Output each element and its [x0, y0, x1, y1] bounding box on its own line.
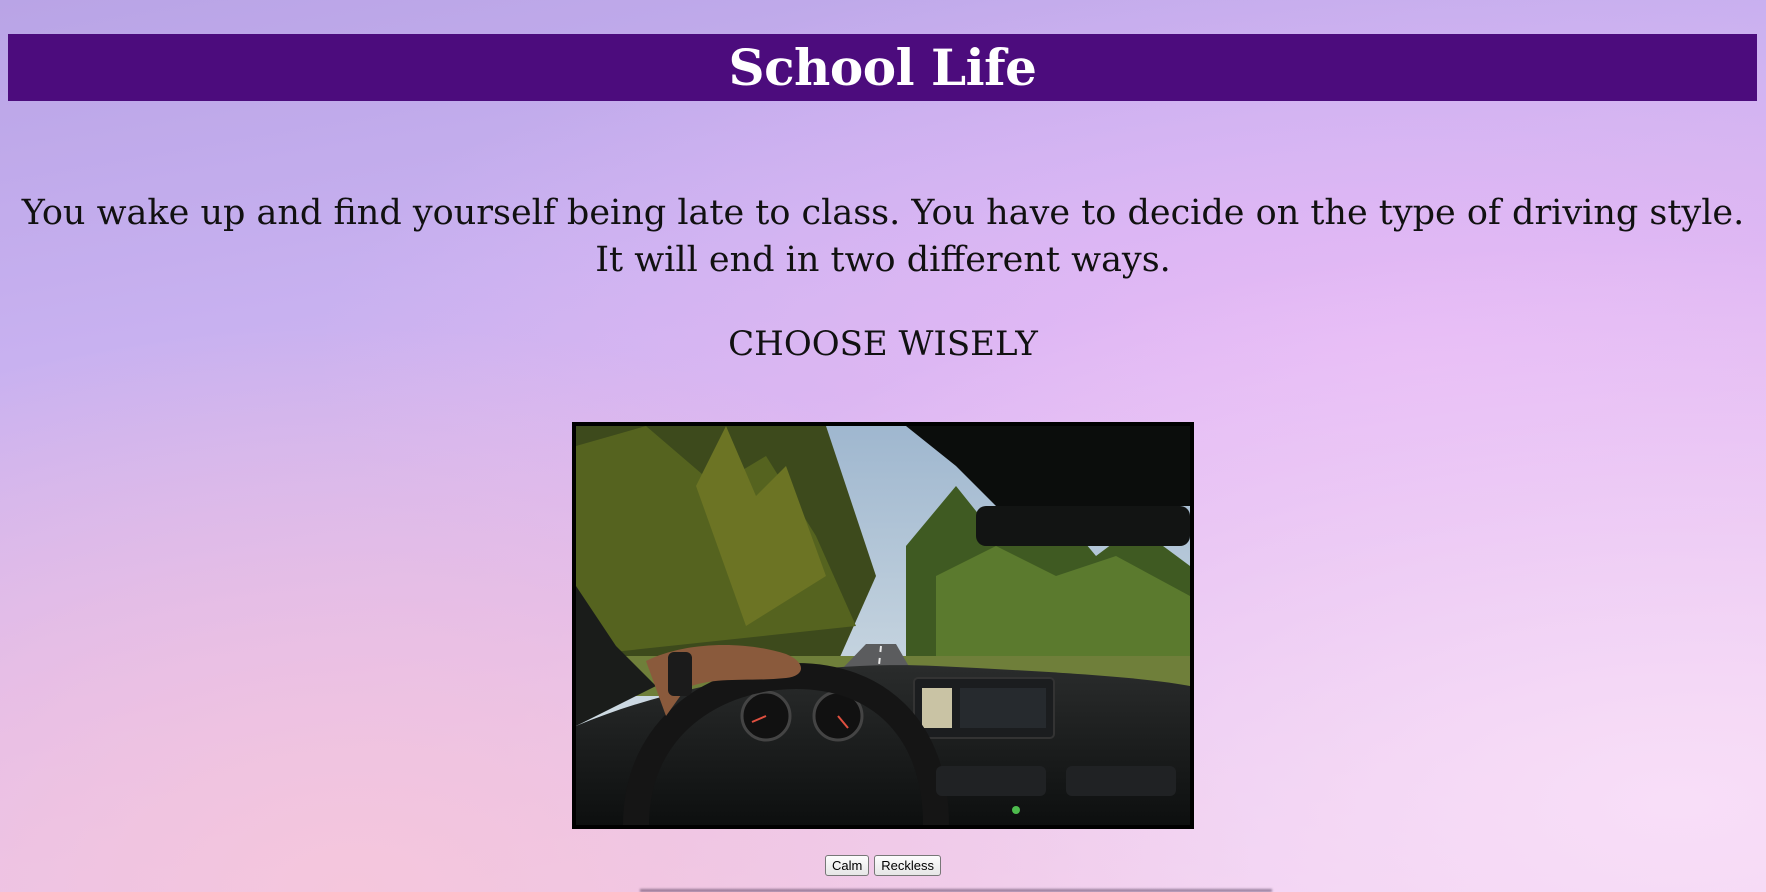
choice-buttons: Calm Reckless: [0, 855, 1766, 876]
calm-button[interactable]: Calm: [824, 855, 870, 876]
driving-image: [572, 422, 1194, 829]
reckless-button[interactable]: Reckless: [874, 855, 942, 876]
page-title: School Life: [728, 38, 1037, 97]
page-header: School Life: [8, 34, 1757, 101]
story-intro: You wake up and find yourself being late…: [21, 193, 1745, 280]
choose-prompt: CHOOSE WISELY: [728, 324, 1038, 364]
